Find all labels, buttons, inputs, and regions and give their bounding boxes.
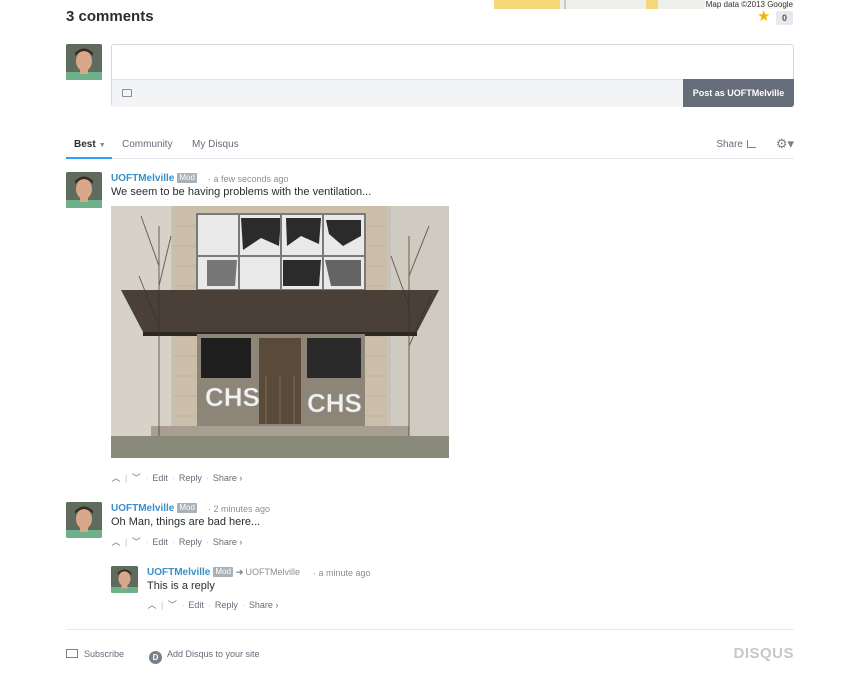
reply-link[interactable]: Reply xyxy=(179,537,202,547)
share-link[interactable]: Share › xyxy=(213,537,243,547)
tab-label: Best xyxy=(74,139,96,150)
image-icon[interactable] xyxy=(122,89,132,97)
map-road-area xyxy=(494,0,560,9)
star-count: 0 xyxy=(776,11,793,25)
upvote-icon[interactable]: ︿ xyxy=(111,535,121,548)
comment-body: We seem to be having problems with the v… xyxy=(111,186,372,198)
edit-link[interactable]: Edit xyxy=(188,600,204,610)
subscribe-label: Subscribe xyxy=(84,649,125,659)
mail-icon xyxy=(66,649,78,658)
post-button[interactable]: Post as UOFTMelville xyxy=(683,79,794,107)
mod-badge: Mod xyxy=(177,173,197,183)
comment-body: This is a reply xyxy=(147,580,215,592)
share-link[interactable]: Share › xyxy=(249,600,279,610)
chevron-down-icon: ▼ xyxy=(98,142,106,149)
mod-badge: Mod xyxy=(177,503,197,513)
author-name[interactable]: UOFTMelville xyxy=(111,173,174,184)
comment-actions: ︿ | ﹀ · Edit · Reply · Share › xyxy=(111,471,243,484)
sort-nav: Best ▼ Community My Disqus Share ⚙▾ xyxy=(66,131,794,159)
comment-body: Oh Man, things are bad here... xyxy=(111,516,261,528)
add-disqus-label: Add Disqus to your site xyxy=(167,649,260,659)
avatar[interactable] xyxy=(66,172,102,208)
edit-link[interactable]: Edit xyxy=(152,537,168,547)
tab-my-disqus[interactable]: My Disqus xyxy=(192,139,239,150)
map-road xyxy=(564,0,566,9)
star-icon[interactable]: ★ xyxy=(757,9,770,25)
disqus-logo[interactable]: DISQUS xyxy=(733,645,794,662)
edit-link[interactable]: Edit xyxy=(152,473,168,483)
comment-author[interactable]: UOFTMelville Mod ➜ UOFTMelville xyxy=(147,567,300,578)
author-name[interactable]: UOFTMelville xyxy=(111,503,174,514)
comment-author[interactable]: UOFTMelville Mod xyxy=(111,503,197,514)
map-credit: Map data ©2013 Google xyxy=(704,0,794,9)
comment-author[interactable]: UOFTMelville Mod xyxy=(111,173,197,184)
comment-image[interactable]: CHS CHS xyxy=(111,206,449,458)
svg-text:CHS: CHS xyxy=(205,382,260,412)
time-text[interactable]: a minute ago xyxy=(319,568,371,578)
upvote-icon[interactable]: ︿ xyxy=(147,598,157,611)
comment-time[interactable]: · 2 minutes ago xyxy=(208,504,270,514)
map-preview: Map data ©2013 Google xyxy=(494,0,794,9)
time-text[interactable]: 2 minutes ago xyxy=(214,504,271,514)
share-label: Share xyxy=(716,139,743,150)
downvote-icon[interactable]: ﹀ xyxy=(131,535,141,548)
comment-time[interactable]: · a minute ago xyxy=(313,568,371,578)
comment-actions: ︿ | ﹀ · Edit · Reply · Share › xyxy=(111,535,243,548)
downvote-icon[interactable]: ﹀ xyxy=(131,471,141,484)
active-tab-indicator xyxy=(66,157,112,159)
avatar[interactable] xyxy=(66,44,102,80)
tab-best[interactable]: Best ▼ xyxy=(74,139,106,150)
gear-icon[interactable]: ⚙▾ xyxy=(776,136,794,152)
upvote-icon[interactable]: ︿ xyxy=(111,471,121,484)
time-text[interactable]: a few seconds ago xyxy=(214,174,289,184)
share-icon xyxy=(747,140,756,148)
mod-badge: Mod xyxy=(213,567,233,577)
reply-arrow-icon: ➜ xyxy=(235,567,244,577)
tab-community[interactable]: Community xyxy=(122,139,173,150)
comment-actions: ︿ | ﹀ · Edit · Reply · Share › xyxy=(147,598,279,611)
share-link[interactable]: Share › xyxy=(213,473,243,483)
reply-link[interactable]: Reply xyxy=(179,473,202,483)
svg-text:CHS: CHS xyxy=(307,388,362,418)
disqus-icon: D xyxy=(149,651,162,664)
map-road-area xyxy=(646,0,658,9)
reply-target[interactable]: UOFTMelville xyxy=(245,567,300,577)
author-name[interactable]: UOFTMelville xyxy=(147,567,210,578)
avatar[interactable] xyxy=(111,566,138,593)
comment-composer: Post as UOFTMelville xyxy=(111,44,794,107)
comment-time[interactable]: · a few seconds ago xyxy=(208,174,289,184)
downvote-icon[interactable]: ﹀ xyxy=(167,598,177,611)
share-button[interactable]: Share xyxy=(716,139,756,150)
subscribe-link[interactable]: Subscribe xyxy=(66,649,124,659)
avatar[interactable] xyxy=(66,502,102,538)
add-disqus-link[interactable]: D Add Disqus to your site xyxy=(149,649,260,664)
comment-textarea[interactable] xyxy=(112,45,793,79)
reply-link[interactable]: Reply xyxy=(215,600,238,610)
comment-count: 3 comments xyxy=(66,8,154,25)
footer-divider xyxy=(66,629,794,630)
